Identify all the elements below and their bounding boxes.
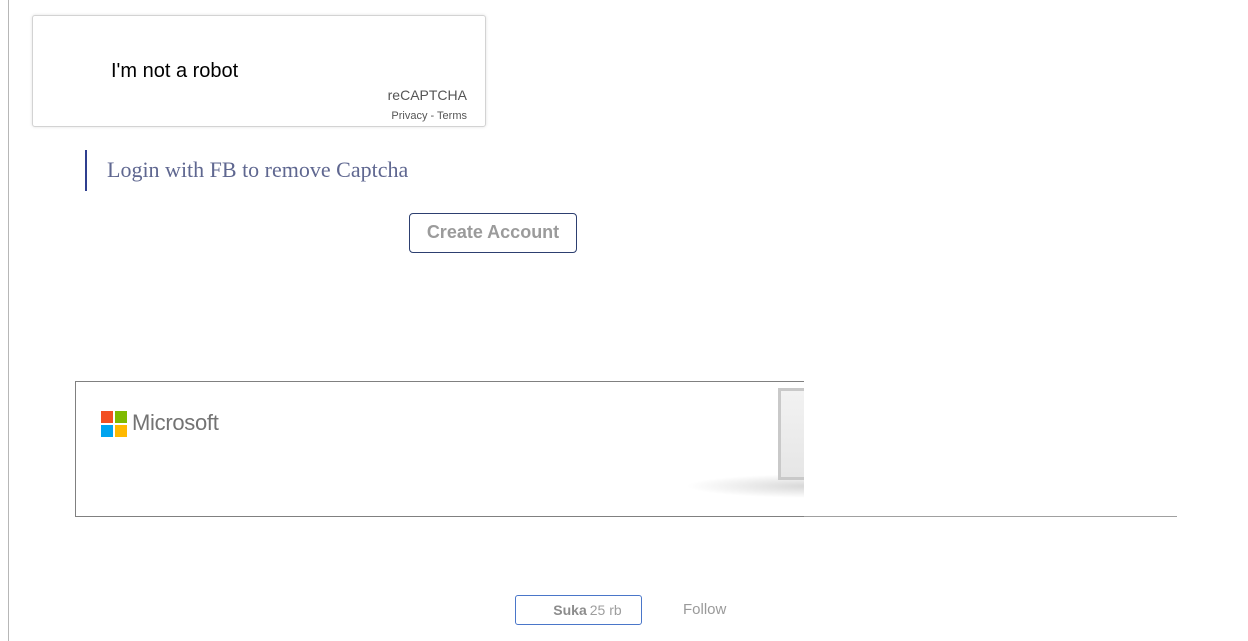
page-left-border (8, 0, 9, 641)
follow-link[interactable]: Follow (683, 601, 726, 618)
like-button[interactable]: Suka 25 rb (515, 595, 642, 625)
microsoft-logo-green-square (115, 411, 127, 423)
microsoft-logo-icon (101, 411, 127, 437)
captcha-links: Privacy - Terms (391, 110, 467, 122)
ad-device-image (778, 388, 804, 480)
microsoft-ad-banner[interactable]: Microsoft (75, 381, 804, 517)
like-label: Suka (553, 602, 587, 618)
fb-login-block[interactable]: Login with FB to remove Captcha (85, 150, 408, 191)
recaptcha-widget[interactable]: I'm not a robot reCAPTCHA Privacy - Term… (32, 15, 486, 127)
captcha-terms-link[interactable]: Terms (437, 110, 467, 122)
ad-bottom-divider (804, 516, 1177, 517)
microsoft-logo-blue-square (101, 425, 113, 437)
microsoft-logo-red-square (101, 411, 113, 423)
captcha-checkbox-label[interactable]: I'm not a robot (111, 60, 238, 83)
captcha-link-separator: - (427, 110, 438, 122)
captcha-privacy-link[interactable]: Privacy (391, 110, 427, 122)
microsoft-logo-yellow-square (115, 425, 127, 437)
recaptcha-brand: reCAPTCHA (387, 87, 467, 103)
microsoft-brand-text: Microsoft (132, 410, 219, 435)
like-count: 25 rb (589, 602, 622, 618)
fb-login-link[interactable]: Login with FB to remove Captcha (107, 157, 408, 183)
create-account-button[interactable]: Create Account (409, 213, 577, 253)
